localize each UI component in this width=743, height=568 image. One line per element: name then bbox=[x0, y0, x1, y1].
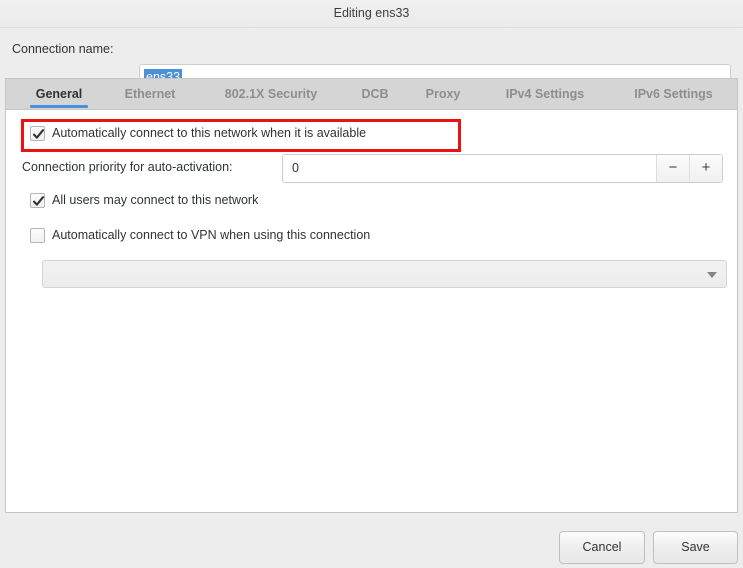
tab-ipv4-settings-label: IPv4 Settings bbox=[505, 87, 585, 101]
connection-name-label: Connection name: bbox=[12, 42, 114, 56]
tab-general[interactable]: General bbox=[23, 79, 95, 110]
connection-priority-spinner[interactable]: 0 − + bbox=[282, 154, 723, 183]
connection-priority-label: Connection priority for auto-activation: bbox=[22, 160, 233, 174]
cancel-button[interactable]: Cancel bbox=[559, 531, 645, 564]
general-tab-panel: Automatically connect to this network wh… bbox=[5, 109, 738, 513]
window-titlebar: Editing ens33 bbox=[0, 0, 743, 28]
tab-active-indicator bbox=[30, 105, 88, 108]
all-users-checkbox[interactable] bbox=[30, 193, 45, 208]
priority-increment-button[interactable]: + bbox=[689, 155, 722, 182]
window-title: Editing ens33 bbox=[333, 6, 410, 20]
editing-connection-dialog: Editing ens33 Connection name: ens33 Gen… bbox=[0, 0, 743, 568]
tab-ipv4-settings[interactable]: IPv4 Settings bbox=[490, 79, 600, 110]
connection-name-row: Connection name: ens33 bbox=[0, 28, 743, 92]
tab-ipv6-settings-label: IPv6 Settings bbox=[634, 87, 713, 101]
auto-connect-label: Automatically connect to this network wh… bbox=[52, 126, 367, 140]
settings-tabbar: General Ethernet 802.1X Security DCB Pro… bbox=[5, 78, 738, 110]
tab-dcb[interactable]: DCB bbox=[354, 79, 396, 110]
priority-decrement-button[interactable]: − bbox=[656, 155, 689, 182]
tab-ipv6-settings[interactable]: IPv6 Settings bbox=[617, 79, 730, 110]
all-users-label: All users may connect to this network bbox=[52, 193, 259, 207]
tab-proxy-label: Proxy bbox=[425, 87, 461, 101]
auto-connect-checkbox[interactable] bbox=[30, 126, 45, 141]
tab-ethernet-label: Ethernet bbox=[124, 87, 176, 101]
tab-proxy[interactable]: Proxy bbox=[413, 79, 473, 110]
tab-ethernet[interactable]: Ethernet bbox=[112, 79, 188, 110]
tab-general-label: General bbox=[35, 87, 83, 101]
tab-8021x-security-label: 802.1X Security bbox=[224, 87, 318, 101]
connection-priority-value: 0 bbox=[292, 161, 299, 175]
tab-8021x-security[interactable]: 802.1X Security bbox=[205, 79, 337, 110]
checkmark-icon bbox=[32, 129, 45, 139]
vpn-connection-combobox[interactable] bbox=[42, 260, 727, 288]
auto-vpn-checkbox[interactable] bbox=[30, 228, 45, 243]
tab-dcb-label: DCB bbox=[361, 87, 389, 101]
checkmark-icon bbox=[32, 196, 45, 206]
chevron-down-icon bbox=[707, 272, 717, 278]
dialog-footer: Cancel Save bbox=[0, 513, 743, 568]
save-button[interactable]: Save bbox=[653, 531, 738, 564]
auto-vpn-label: Automatically connect to VPN when using … bbox=[52, 228, 371, 242]
